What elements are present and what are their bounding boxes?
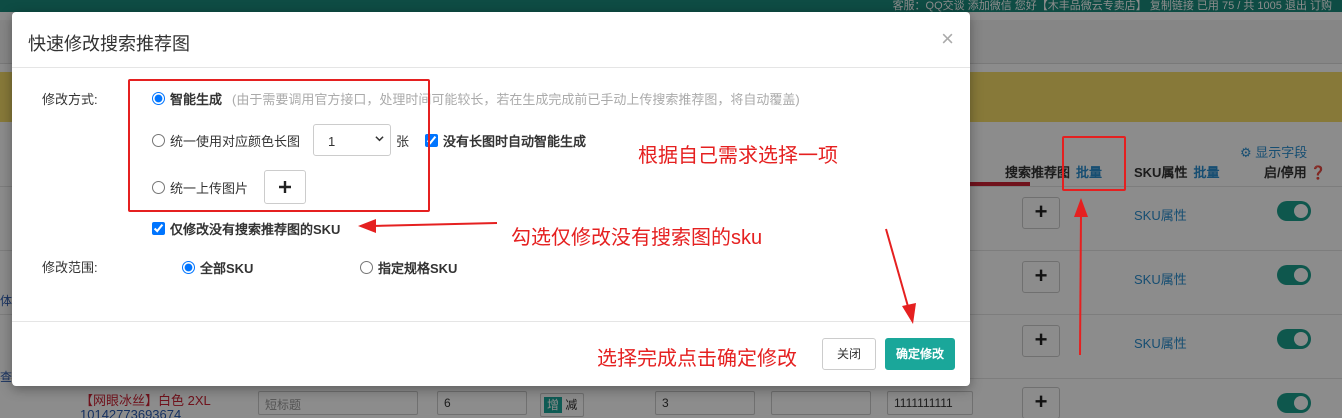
- annotation-choose-one: 根据自己需求选择一项: [638, 145, 838, 167]
- close-button[interactable]: 关闭: [822, 338, 876, 370]
- option-only-no-image[interactable]: 仅修改没有搜索推荐图的SKU: [152, 219, 340, 238]
- range-specified[interactable]: 指定规格SKU: [360, 258, 457, 277]
- range-all[interactable]: 全部SKU: [182, 258, 253, 277]
- range-specified-radio[interactable]: [360, 261, 373, 274]
- method-label: 修改方式:: [42, 92, 98, 107]
- auto-smart-label: 没有长图时自动智能生成: [443, 134, 587, 149]
- annotation-box-batch: [1062, 136, 1126, 191]
- range-specified-label: 指定规格SKU: [378, 261, 458, 276]
- only-no-image-label: 仅修改没有搜索推荐图的SKU: [170, 222, 341, 237]
- annotation-check-only: 勾选仅修改没有搜索图的sku: [511, 227, 763, 249]
- range-all-label: 全部SKU: [200, 261, 254, 276]
- confirm-button[interactable]: 确定修改: [885, 338, 955, 370]
- option-auto-smart[interactable]: 没有长图时自动智能生成: [425, 131, 586, 150]
- modal-title: 快速修改搜索推荐图: [28, 34, 190, 54]
- annotation-confirm-hint: 选择完成点击确定修改: [597, 348, 797, 370]
- range-label: 修改范围:: [42, 260, 98, 275]
- only-no-image-checkbox[interactable]: [152, 222, 165, 235]
- close-icon[interactable]: ×: [941, 26, 954, 52]
- annotation-box-options: [128, 79, 430, 212]
- range-all-radio[interactable]: [182, 261, 195, 274]
- modal-header: 快速修改搜索推荐图 ×: [12, 12, 970, 68]
